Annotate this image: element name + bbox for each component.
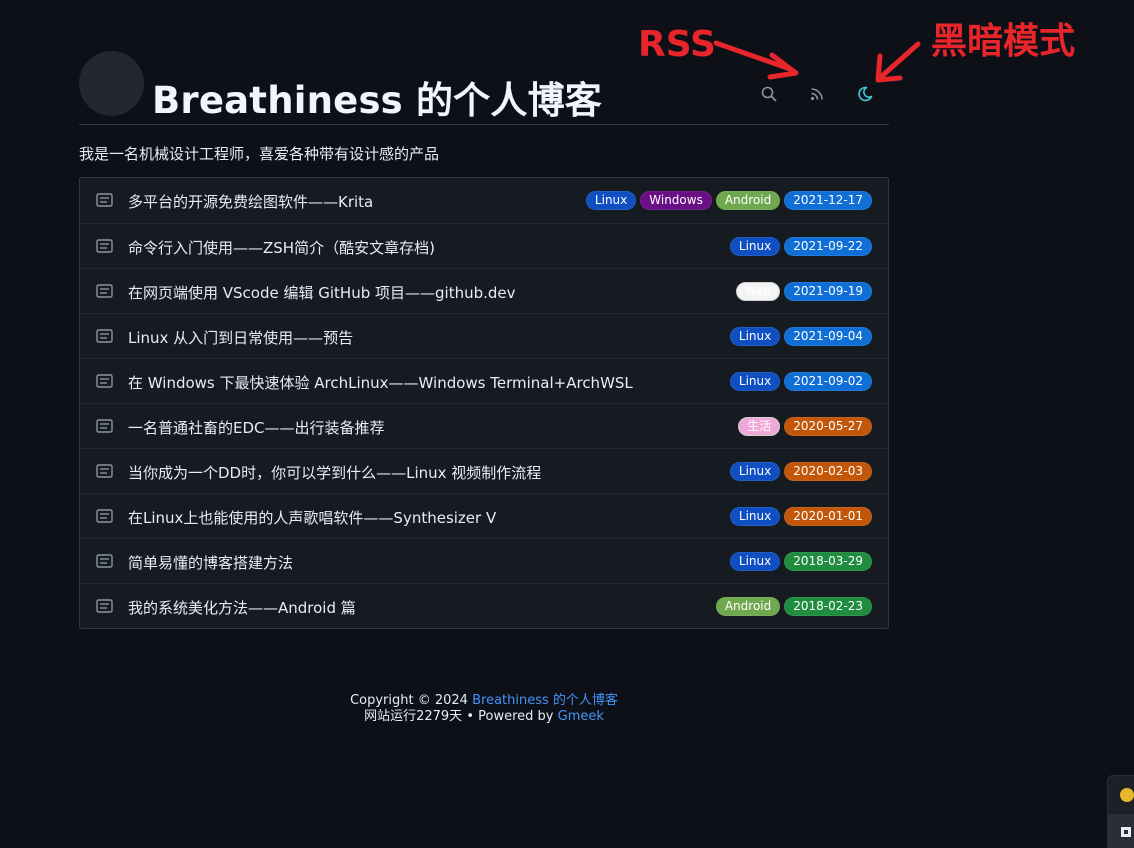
post-icon	[96, 239, 113, 253]
post-row[interactable]: 简单易懂的博客搭建方法 Linux 2018-03-29	[80, 538, 888, 583]
tag-label[interactable]: Web	[736, 282, 781, 301]
post-labels: Linux 2020-02-03	[729, 462, 872, 481]
browser-side-widget[interactable]	[1107, 775, 1134, 848]
date-label: 2020-02-03	[784, 462, 872, 481]
post-icon	[96, 554, 113, 568]
rss-icon	[810, 88, 823, 101]
copyright-text: Copyright © 2024	[350, 693, 468, 708]
site-description: 我是一名机械设计工程师，喜爱各种带有设计感的产品	[79, 145, 440, 163]
tag-label[interactable]: Linux	[729, 327, 781, 346]
post-labels: Linux 2021-09-04	[729, 327, 872, 346]
tag-label[interactable]: Android	[715, 597, 781, 616]
runtime-line: 网站运行2279天 • Powered by Gmeek	[79, 709, 889, 725]
post-labels: Linux 2018-03-29	[729, 552, 872, 571]
post-row[interactable]: Linux 从入门到日常使用——预告 Linux 2021-09-04	[80, 313, 888, 358]
post-labels: Linux 2021-09-22	[729, 237, 872, 256]
post-row[interactable]: 命令行入门使用——ZSH简介（酷安文章存档) Linux 2021-09-22	[80, 223, 888, 268]
post-title[interactable]: 多平台的开源免费绘图软件——Krita	[128, 191, 373, 212]
tag-label[interactable]: Linux	[729, 372, 781, 391]
date-label: 2020-05-27	[784, 417, 872, 436]
date-label: 2021-09-04	[784, 327, 872, 346]
post-icon	[96, 284, 113, 298]
runtime-text: 网站运行2279天	[364, 709, 463, 724]
post-labels: Linux 2021-09-02	[729, 372, 872, 391]
tag-label[interactable]: 生活	[738, 417, 781, 436]
post-row[interactable]: 在网页端使用 VScode 编辑 GitHub 项目——github.dev We…	[80, 268, 888, 313]
footer-site-link[interactable]: Breathiness 的个人博客	[472, 693, 618, 708]
blog-container: Breathiness 的个人博客 我是一名机械设计工程师，喜爱各种带有设计感的…	[79, 0, 889, 724]
post-labels: Linux 2020-01-01	[729, 507, 872, 526]
date-label: 2018-02-23	[784, 597, 872, 616]
post-row[interactable]: 在 Windows 下最快速体验 ArchLinux——Windows Term…	[80, 358, 888, 403]
post-labels: Android 2018-02-23	[715, 597, 872, 616]
theme-toggle-button[interactable]	[851, 80, 879, 108]
post-icon	[96, 464, 113, 478]
post-icon	[96, 193, 113, 207]
post-row[interactable]: 当你成为一个DD时，你可以学到什么——Linux 视频制作流程 Linux 2020…	[80, 448, 888, 493]
post-title[interactable]: 当你成为一个DD时，你可以学到什么——Linux 视频制作流程	[128, 462, 541, 483]
post-title[interactable]: Linux 从入门到日常使用——预告	[128, 327, 353, 348]
search-icon	[761, 86, 777, 102]
post-icon	[96, 599, 113, 613]
date-label: 2021-09-02	[784, 372, 872, 391]
date-label: 2021-09-19	[784, 282, 872, 301]
post-row[interactable]: 我的系统美化方法——Android 篇 Android 2018-02-23	[80, 583, 888, 628]
post-title[interactable]: 简单易懂的博客搭建方法	[128, 552, 293, 573]
post-row[interactable]: 多平台的开源免费绘图软件——Krita Linux Windows Android 20…	[80, 178, 888, 223]
grid-icon[interactable]	[1108, 814, 1134, 848]
powered-by-text: • Powered by	[466, 709, 554, 724]
tag-label[interactable]: Linux	[729, 552, 781, 571]
gmeek-link[interactable]: Gmeek	[558, 709, 604, 724]
post-labels: Linux Windows Android 2021-12-17	[585, 191, 872, 210]
post-row[interactable]: 在Linux上也能使用的人声歌唱软件——Synthesizer V Linux 20…	[80, 493, 888, 538]
avatar[interactable]	[79, 51, 144, 116]
post-icon	[96, 374, 113, 388]
moon-icon	[858, 86, 873, 102]
extension-icon[interactable]	[1120, 788, 1134, 802]
post-icon	[96, 419, 113, 433]
tag-label[interactable]: Linux	[729, 237, 781, 256]
post-title[interactable]: 在 Windows 下最快速体验 ArchLinux——Windows Term…	[128, 372, 633, 393]
post-labels: 生活 2020-05-27	[738, 417, 872, 436]
copyright-line: Copyright © 2024 Breathiness 的个人博客	[79, 693, 889, 709]
date-label: 2020-01-01	[784, 507, 872, 526]
site-title[interactable]: Breathiness 的个人博客	[152, 70, 602, 124]
date-label: 2021-09-22	[784, 237, 872, 256]
post-icon	[96, 509, 113, 523]
tag-label[interactable]: Android	[715, 191, 781, 210]
dark-mode-annotation: 黑暗模式	[931, 21, 1076, 62]
post-labels: Web 2021-09-19	[736, 282, 872, 301]
site-header: Breathiness 的个人博客	[79, 0, 889, 125]
search-button[interactable]	[755, 80, 783, 108]
tag-label[interactable]: Linux	[729, 462, 781, 481]
post-title[interactable]: 在Linux上也能使用的人声歌唱软件——Synthesizer V	[128, 507, 496, 528]
post-row[interactable]: 一名普通社畜的EDC——出行装备推荐 生活 2020-05-27	[80, 403, 888, 448]
site-footer: Copyright © 2024 Breathiness 的个人博客 网站运行2…	[79, 693, 889, 725]
tag-label[interactable]: Windows	[640, 191, 712, 210]
post-icon	[96, 329, 113, 343]
tag-label[interactable]: Linux	[585, 191, 637, 210]
date-label: 2021-12-17	[784, 191, 872, 210]
post-list: 多平台的开源免费绘图软件——Krita Linux Windows Android 20…	[79, 177, 889, 629]
date-label: 2018-03-29	[784, 552, 872, 571]
post-title[interactable]: 我的系统美化方法——Android 篇	[128, 597, 356, 618]
post-title[interactable]: 一名普通社畜的EDC——出行装备推荐	[128, 417, 385, 438]
tag-label[interactable]: Linux	[729, 507, 781, 526]
post-title[interactable]: 在网页端使用 VScode 编辑 GitHub 项目——github.dev	[128, 282, 516, 303]
rss-button[interactable]	[803, 80, 831, 108]
post-title[interactable]: 命令行入门使用——ZSH简介（酷安文章存档)	[128, 237, 435, 258]
